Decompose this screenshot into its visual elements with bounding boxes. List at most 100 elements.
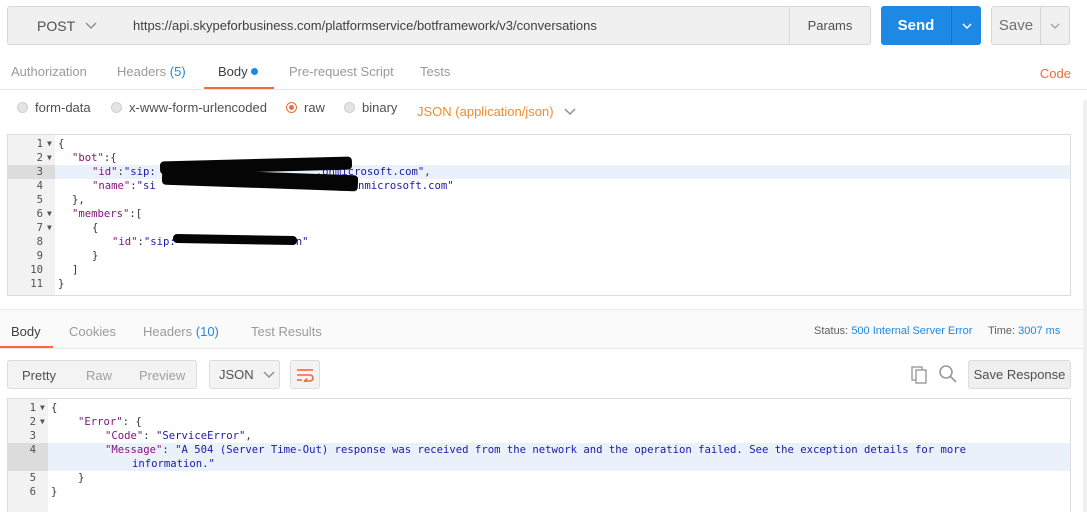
wrap-lines-button[interactable] (290, 360, 320, 389)
chevron-down-icon (263, 370, 275, 378)
code-line: 5 } (8, 471, 1070, 485)
view-pretty-button[interactable]: Pretty (22, 368, 56, 383)
content-type-select[interactable]: JSON (application/json) (417, 104, 576, 119)
code-line: 5 }, (8, 193, 1070, 207)
code-line: 2 ▼ "Error": { (8, 415, 1070, 429)
json-key: "Code" (105, 430, 144, 442)
line-number: 9 (36, 250, 43, 262)
code-line: 9 } (8, 249, 1070, 263)
tab-authorization[interactable]: Authorization (11, 64, 87, 79)
line-number: 4 (36, 180, 43, 192)
tab-tests[interactable]: Tests (420, 64, 450, 79)
response-tab-headers[interactable]: Headers (10) (143, 324, 219, 339)
send-label: Send (897, 17, 935, 34)
headers-count: (5) (169, 64, 186, 79)
chevron-down-icon (564, 107, 576, 115)
method-label: POST (37, 17, 76, 34)
response-tab-cookies[interactable]: Cookies (69, 324, 116, 339)
response-format-select[interactable]: JSON (209, 360, 280, 389)
send-button[interactable]: Send (881, 6, 951, 45)
status-readout: Status: 500 Internal Server Error (814, 325, 972, 337)
method-select[interactable]: POST (7, 6, 124, 45)
view-preview-button[interactable]: Preview (139, 368, 185, 383)
line-number: 6 (29, 486, 36, 498)
chevron-down-icon (85, 21, 97, 29)
json-string: information." (132, 458, 215, 470)
response-tab-test-results[interactable]: Test Results (251, 324, 322, 339)
active-tab-indicator (0, 346, 53, 348)
tab-headers[interactable]: Headers (5) (117, 64, 186, 79)
fold-arrow-icon[interactable]: ▼ (40, 401, 45, 415)
code-text: }, (72, 194, 85, 206)
save-response-button[interactable]: Save Response (968, 360, 1071, 389)
code-line: 7 ▼ { (8, 221, 1070, 235)
chevron-down-icon (1050, 23, 1060, 29)
code-text: } (78, 472, 85, 484)
params-button[interactable]: Params (789, 6, 871, 45)
json-key: "bot" (72, 152, 104, 164)
response-body-viewer[interactable]: 1 ▼ { 2 ▼ "Error": { 3 "Code": "ServiceErr… (7, 398, 1071, 512)
code-line: 8 "id":"sip: n" (8, 235, 1070, 249)
time-value[interactable]: 3007 ms (1018, 325, 1060, 337)
line-number: 5 (29, 472, 36, 484)
response-tab-body[interactable]: Body (11, 324, 41, 339)
url-input[interactable] (123, 6, 790, 45)
code-line-highlighted: 4 "Message": "A 504 (Server Time-Out) re… (8, 443, 1070, 457)
tab-body[interactable]: Body (218, 64, 258, 79)
radio-label: x-www-form-urlencoded (129, 100, 267, 115)
line-number: 5 (36, 194, 43, 206)
fold-arrow-icon[interactable]: ▼ (47, 221, 52, 235)
response-headers-count: (10) (195, 324, 219, 339)
code-line: 6 ▼ "members":[ (8, 207, 1070, 221)
radio-selected-icon (286, 102, 297, 113)
request-body-editor[interactable]: 1 ▼ { 2 ▼ "bot":{ 3 "id":"sip: .onmicrosoft… (7, 134, 1071, 296)
code-text: { (92, 222, 99, 234)
tab-prerequest-script[interactable]: Pre-request Script (289, 64, 394, 79)
code-text: : (162, 444, 176, 456)
radio-raw[interactable]: raw (286, 100, 325, 115)
fold-arrow-icon[interactable]: ▼ (47, 137, 52, 151)
code-text: { (58, 138, 65, 150)
json-string: "sip: (143, 236, 176, 248)
code-line: 11 } (8, 277, 1070, 291)
radio-label: binary (362, 100, 398, 115)
copy-icon[interactable] (909, 364, 929, 384)
save-button[interactable]: Save (991, 6, 1041, 45)
code-line: 6 } (8, 485, 1070, 499)
search-icon[interactable] (938, 364, 958, 384)
radio-binary[interactable]: binary (344, 100, 397, 115)
save-options-button[interactable] (1040, 6, 1070, 45)
params-label: Params (807, 18, 853, 33)
radio-circle-icon (344, 102, 355, 113)
line-number: 10 (30, 264, 43, 276)
radio-circle-icon (111, 102, 122, 113)
line-number: 11 (30, 278, 43, 290)
line-number: 3 (29, 430, 36, 442)
code-text: : (143, 430, 157, 442)
code-link[interactable]: Code (1040, 66, 1071, 81)
radio-form-data[interactable]: form-data (17, 100, 91, 115)
view-raw-button[interactable]: Raw (86, 368, 112, 383)
fold-arrow-icon[interactable]: ▼ (40, 415, 45, 429)
time-readout: Time: 3007 ms (988, 325, 1060, 337)
code-line: 1 ▼ { (8, 401, 1070, 415)
content-type-label: JSON (application/json) (417, 104, 554, 119)
wrap-lines-icon (297, 368, 314, 382)
json-string: n" (295, 236, 309, 248)
radio-urlencoded[interactable]: x-www-form-urlencoded (111, 100, 267, 115)
fold-arrow-icon[interactable]: ▼ (47, 207, 52, 221)
code-text: , (424, 166, 431, 178)
scrollbar[interactable] (1083, 100, 1087, 512)
code-text: } (51, 486, 58, 498)
status-value[interactable]: 500 Internal Server Error (851, 325, 972, 337)
tab-headers-label: Headers (117, 64, 167, 79)
code-line-highlighted: information." (8, 457, 1070, 471)
code-text: , (245, 430, 252, 442)
json-string: "si (136, 180, 156, 192)
send-options-button[interactable] (951, 6, 981, 45)
code-line: 3 "Code": "ServiceError", (8, 429, 1070, 443)
fold-arrow-icon[interactable]: ▼ (47, 151, 52, 165)
radio-circle-icon (17, 102, 28, 113)
response-tabs: Body Cookies Headers (10) Test Results S… (0, 309, 1087, 349)
code-text: ] (72, 264, 79, 276)
